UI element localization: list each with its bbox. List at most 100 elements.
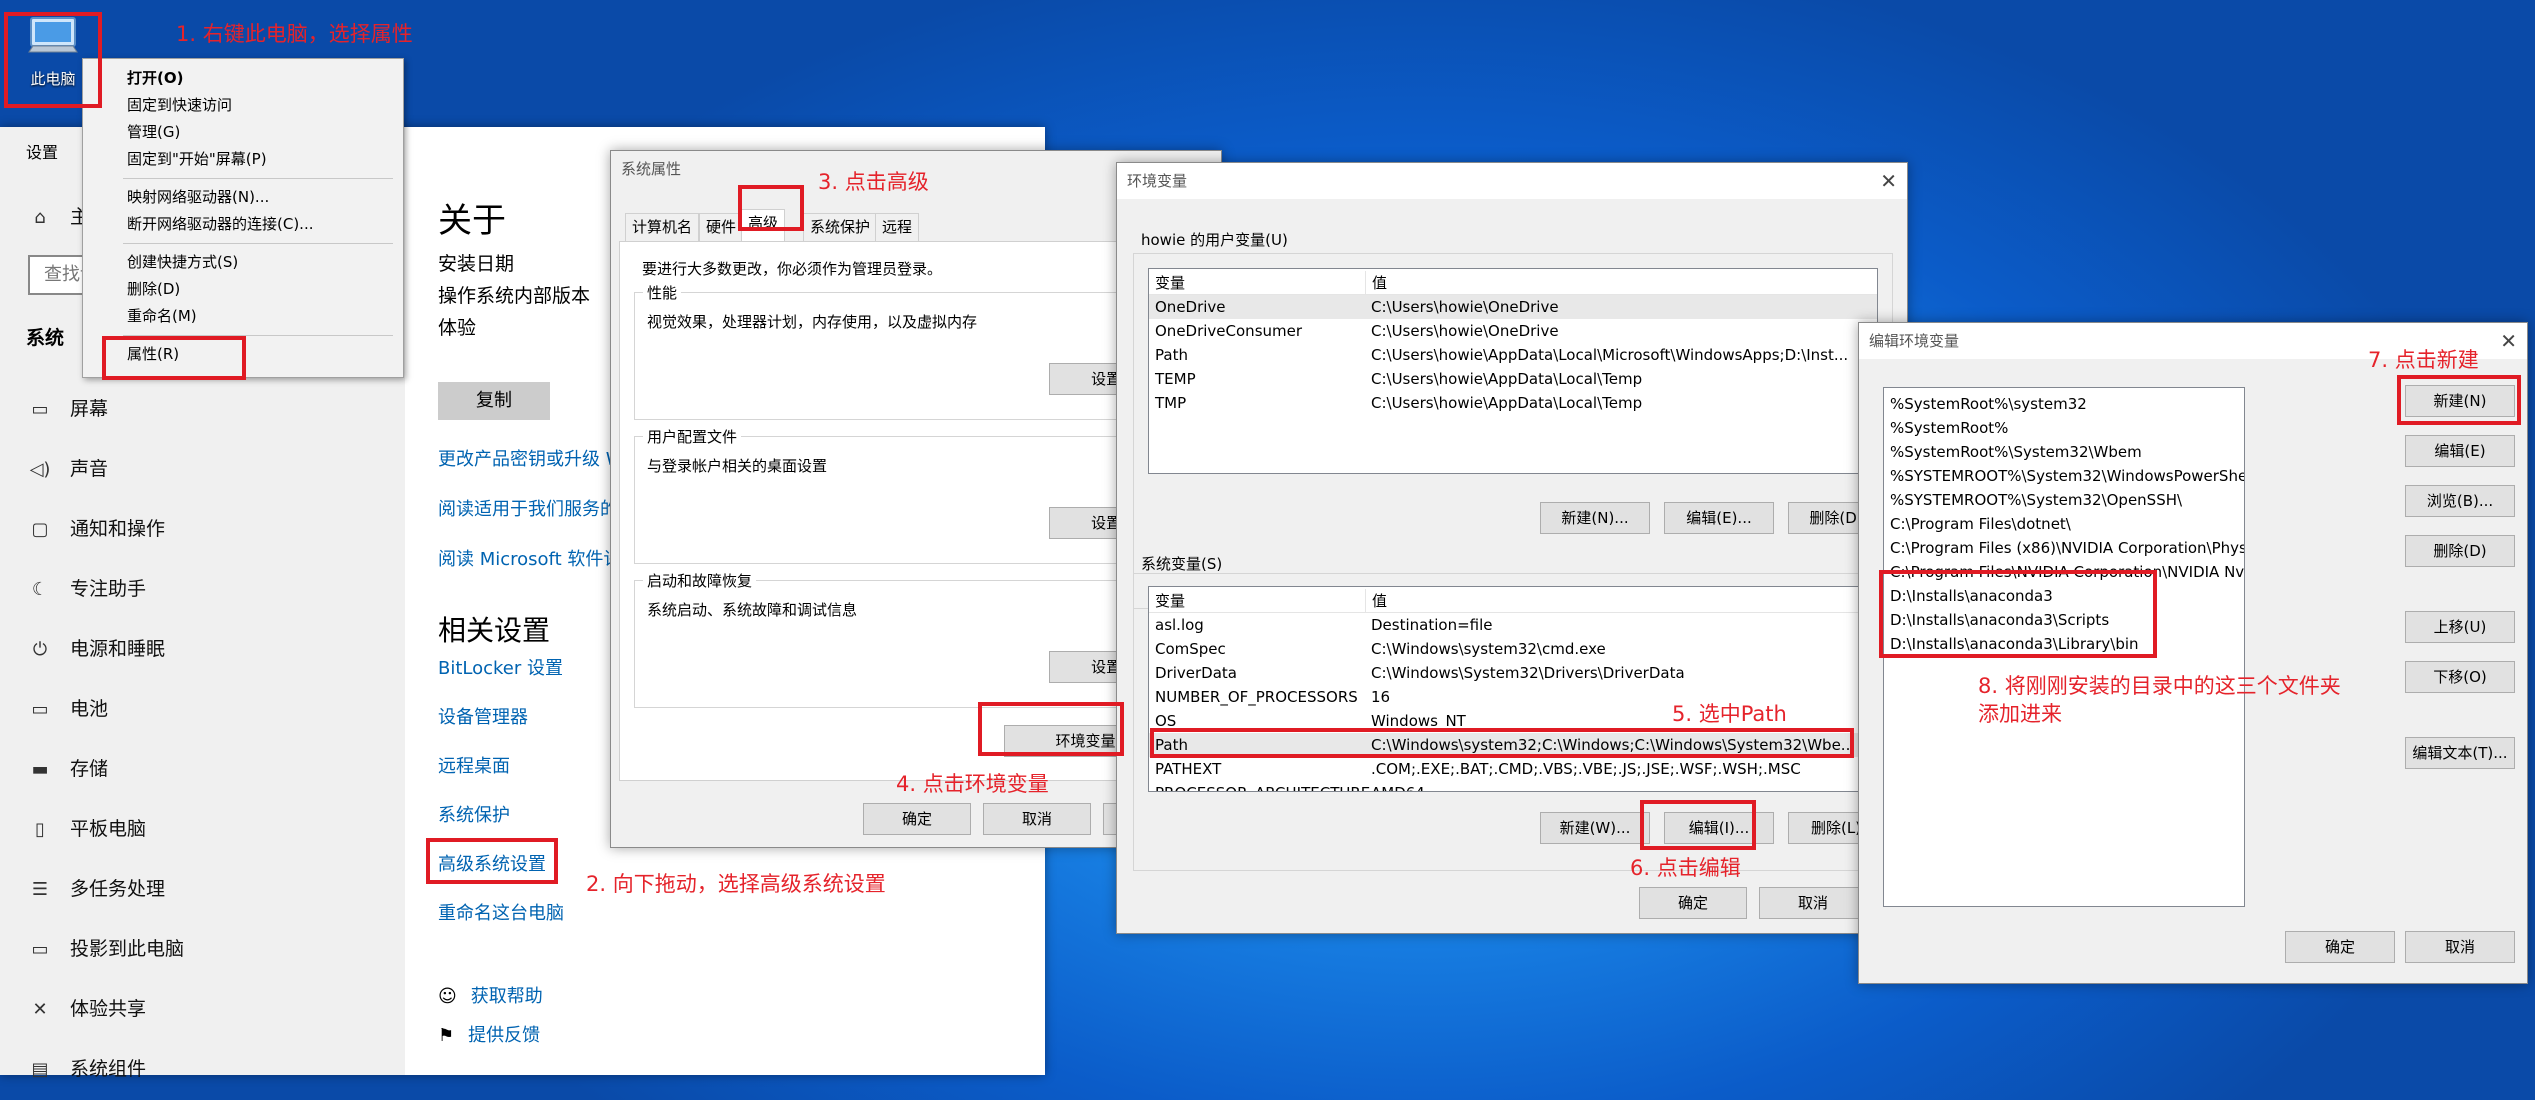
list-item[interactable]: %SystemRoot%\system32 xyxy=(1890,392,2087,416)
list-item[interactable]: C:\Program Files (x86)\NVIDIA Corporatio… xyxy=(1890,536,2244,560)
nav-components[interactable]: ▤ 系统组件 xyxy=(26,1049,146,1089)
table-row[interactable]: PATHEXT .COM;.EXE;.BAT;.CMD;.VBS;.VBE;.JS… xyxy=(1149,757,1877,781)
nav-notifications[interactable]: ▢ 通知和操作 xyxy=(26,509,165,549)
menu-map-drive[interactable]: 映射网络驱动器(N)... xyxy=(83,184,403,211)
editenv-ok-button[interactable]: 确定 xyxy=(2285,931,2395,963)
nav-label: 体验共享 xyxy=(70,998,147,1020)
tab-computer-name[interactable]: 计算机名 xyxy=(625,213,700,241)
var-name: TEMP xyxy=(1155,370,1196,388)
link-license[interactable]: 阅读 Microsoft 软件许 xyxy=(438,545,621,571)
table-row[interactable]: TEMP C:\Users\howie\AppData\Local\Temp xyxy=(1149,367,1877,391)
var-value: C:\Windows\system32;C:\Windows;C:\Window… xyxy=(1371,736,1856,754)
components-icon: ▤ xyxy=(31,1059,49,1080)
delete-entry-button[interactable]: 删除(D) xyxy=(2405,535,2515,567)
nav-project[interactable]: ▭ 投影到此电脑 xyxy=(26,929,184,969)
path-entries-list[interactable]: %SystemRoot%\system32 %SystemRoot% %Syst… xyxy=(1883,387,2245,907)
link-bitlocker[interactable]: BitLocker 设置 xyxy=(438,654,563,680)
system-new-button[interactable]: 新建(W)... xyxy=(1540,812,1650,844)
link-device-manager[interactable]: 设备管理器 xyxy=(438,703,528,729)
menu-pin-start[interactable]: 固定到"开始"屏幕(P) xyxy=(83,146,403,173)
annotation-step8-line1: 8. 将刚刚安装的目录中的这三个文件夹 xyxy=(1978,674,2341,698)
link-rename-pc[interactable]: 重命名这台电脑 xyxy=(438,899,564,925)
link-system-protection[interactable]: 系统保护 xyxy=(438,801,510,827)
move-up-button[interactable]: 上移(U) xyxy=(2405,611,2515,643)
browse-button[interactable]: 浏览(B)... xyxy=(2405,485,2515,517)
table-row[interactable]: OneDrive C:\Users\howie\OneDrive xyxy=(1149,295,1877,319)
edit-text-button[interactable]: 编辑文本(T)... xyxy=(2405,737,2515,769)
menu-pin-quick-access[interactable]: 固定到快速访问 xyxy=(83,92,403,119)
feedback-link[interactable]: ⚑ 提供反馈 xyxy=(438,1021,540,1047)
editenv-cancel-button[interactable]: 取消 xyxy=(2405,931,2515,963)
nav-shared[interactable]: ✕ 体验共享 xyxy=(26,989,146,1029)
nav-label: 屏幕 xyxy=(70,398,109,420)
link-upgrade[interactable]: 更改产品密钥或升级 W xyxy=(438,445,624,471)
list-item[interactable]: C:\Program Files\NVIDIA Corporation\NVID… xyxy=(1890,560,2244,584)
nav-focus-assist[interactable]: ☾ 专注助手 xyxy=(26,569,146,609)
menu-disconnect-drive[interactable]: 断开网络驱动器的连接(C)... xyxy=(83,211,403,238)
menu-open[interactable]: 打开(O) xyxy=(83,65,403,92)
table-row[interactable]: DriverData C:\Windows\System32\Drivers\Dr… xyxy=(1149,661,1877,685)
table-row-path-selected[interactable]: Path C:\Windows\system32;C:\Windows;C:\Wi… xyxy=(1149,733,1877,757)
move-down-button[interactable]: 下移(O) xyxy=(2405,661,2515,693)
sysprops-ok-button[interactable]: 确定 xyxy=(863,803,971,835)
nav-power[interactable]: ⏻ 电源和睡眠 xyxy=(26,629,165,669)
table-row[interactable]: PROCESSOR_ARCHITECTUREAMD64 xyxy=(1149,781,1877,791)
edit-entry-button[interactable]: 编辑(E) xyxy=(2405,435,2515,467)
menu-delete[interactable]: 删除(D) xyxy=(83,276,403,303)
col-header: 变量 xyxy=(1155,274,1186,292)
power-icon: ⏻ xyxy=(32,639,48,660)
table-row[interactable]: OneDriveConsumer C:\Users\howie\OneDrive xyxy=(1149,319,1877,343)
copy-button[interactable]: 复制 xyxy=(438,382,550,420)
new-entry-button[interactable]: 新建(N) xyxy=(2405,385,2515,417)
var-value: C:\Users\howie\OneDrive xyxy=(1371,322,1559,340)
about-heading: 关于 xyxy=(438,201,506,241)
tab-advanced[interactable]: 高级 xyxy=(741,209,786,241)
user-vars-list[interactable]: 变量 值 OneDrive C:\Users\howie\OneDrive OneD… xyxy=(1148,268,1878,474)
table-row[interactable]: ComSpec C:\Windows\system32\cmd.exe xyxy=(1149,637,1877,661)
list-item[interactable]: %SYSTEMROOT%\System32\OpenSSH\ xyxy=(1890,488,2182,512)
system-edit-button[interactable]: 编辑(I)... xyxy=(1664,812,1774,844)
link-remote-desktop[interactable]: 远程桌面 xyxy=(438,752,510,778)
menu-create-shortcut[interactable]: 创建快捷方式(S) xyxy=(83,249,403,276)
list-header: 变量 值 xyxy=(1149,271,1877,295)
annotation-step7: 7. 点击新建 xyxy=(2368,348,2479,372)
user-new-button[interactable]: 新建(N)... xyxy=(1540,502,1650,534)
table-row[interactable]: TMP C:\Users\howie\AppData\Local\Temp xyxy=(1149,391,1877,415)
menu-properties[interactable]: 属性(R) xyxy=(83,341,403,368)
nav-display[interactable]: ▭ 屏幕 xyxy=(26,389,108,429)
user-edit-button[interactable]: 编辑(E)... xyxy=(1664,502,1774,534)
envvars-ok-button[interactable]: 确定 xyxy=(1639,887,1747,919)
nav-sound[interactable]: ◁) 声音 xyxy=(26,449,108,489)
menu-rename[interactable]: 重命名(M) xyxy=(83,303,403,330)
table-row[interactable]: Path C:\Users\howie\AppData\Local\Microso… xyxy=(1149,343,1877,367)
sysprops-cancel-button[interactable]: 取消 xyxy=(983,803,1091,835)
list-item[interactable]: %SystemRoot%\System32\Wbem xyxy=(1890,440,2142,464)
table-row[interactable]: asl.log Destination=file xyxy=(1149,613,1877,637)
link-advanced-system-settings[interactable]: 高级系统设置 xyxy=(438,850,546,876)
nav-storage[interactable]: ▬ 存储 xyxy=(26,749,108,789)
nav-home[interactable]: ⌂ 主 xyxy=(26,197,89,237)
help-link[interactable]: ☺ 获取帮助 xyxy=(438,982,543,1008)
system-vars-list[interactable]: 变量 值 asl.log Destination=file ComSpec C:\Wi… xyxy=(1148,586,1878,792)
list-item-anaconda-scripts[interactable]: D:\Installs\anaconda3\Scripts xyxy=(1890,608,2109,632)
admin-note: 要进行大多数更改，你必须作为管理员登录。 xyxy=(642,260,943,278)
list-item-anaconda-library-bin[interactable]: D:\Installs\anaconda3\Library\bin xyxy=(1890,632,2139,656)
nav-battery[interactable]: ▭ 电池 xyxy=(26,689,108,729)
this-pc-desktop-icon[interactable]: 此电脑 xyxy=(14,14,92,100)
list-item[interactable]: %SYSTEMROOT%\System32\WindowsPowerShell\… xyxy=(1890,464,2244,488)
nav-multitasking[interactable]: ☰ 多任务处理 xyxy=(26,869,165,909)
list-item[interactable]: %SystemRoot% xyxy=(1890,416,2008,440)
tab-remote[interactable]: 远程 xyxy=(875,213,920,241)
link-service-agreement[interactable]: 阅读适用于我们服务的 xyxy=(438,495,618,521)
close-icon[interactable]: ✕ xyxy=(1880,163,1897,199)
nav-label: 存储 xyxy=(70,758,109,780)
list-item-anaconda[interactable]: D:\Installs\anaconda3 xyxy=(1890,584,2053,608)
system-vars-label: 系统变量(S) xyxy=(1141,555,1223,573)
close-icon[interactable]: ✕ xyxy=(2500,323,2517,359)
nav-tablet[interactable]: ▯ 平板电脑 xyxy=(26,809,146,849)
tab-hardware[interactable]: 硬件 xyxy=(699,213,744,241)
tab-system-protection[interactable]: 系统保护 xyxy=(803,213,878,241)
envvars-cancel-button[interactable]: 取消 xyxy=(1759,887,1867,919)
list-item[interactable]: C:\Program Files\dotnet\ xyxy=(1890,512,2071,536)
menu-manage[interactable]: 管理(G) xyxy=(83,119,403,146)
